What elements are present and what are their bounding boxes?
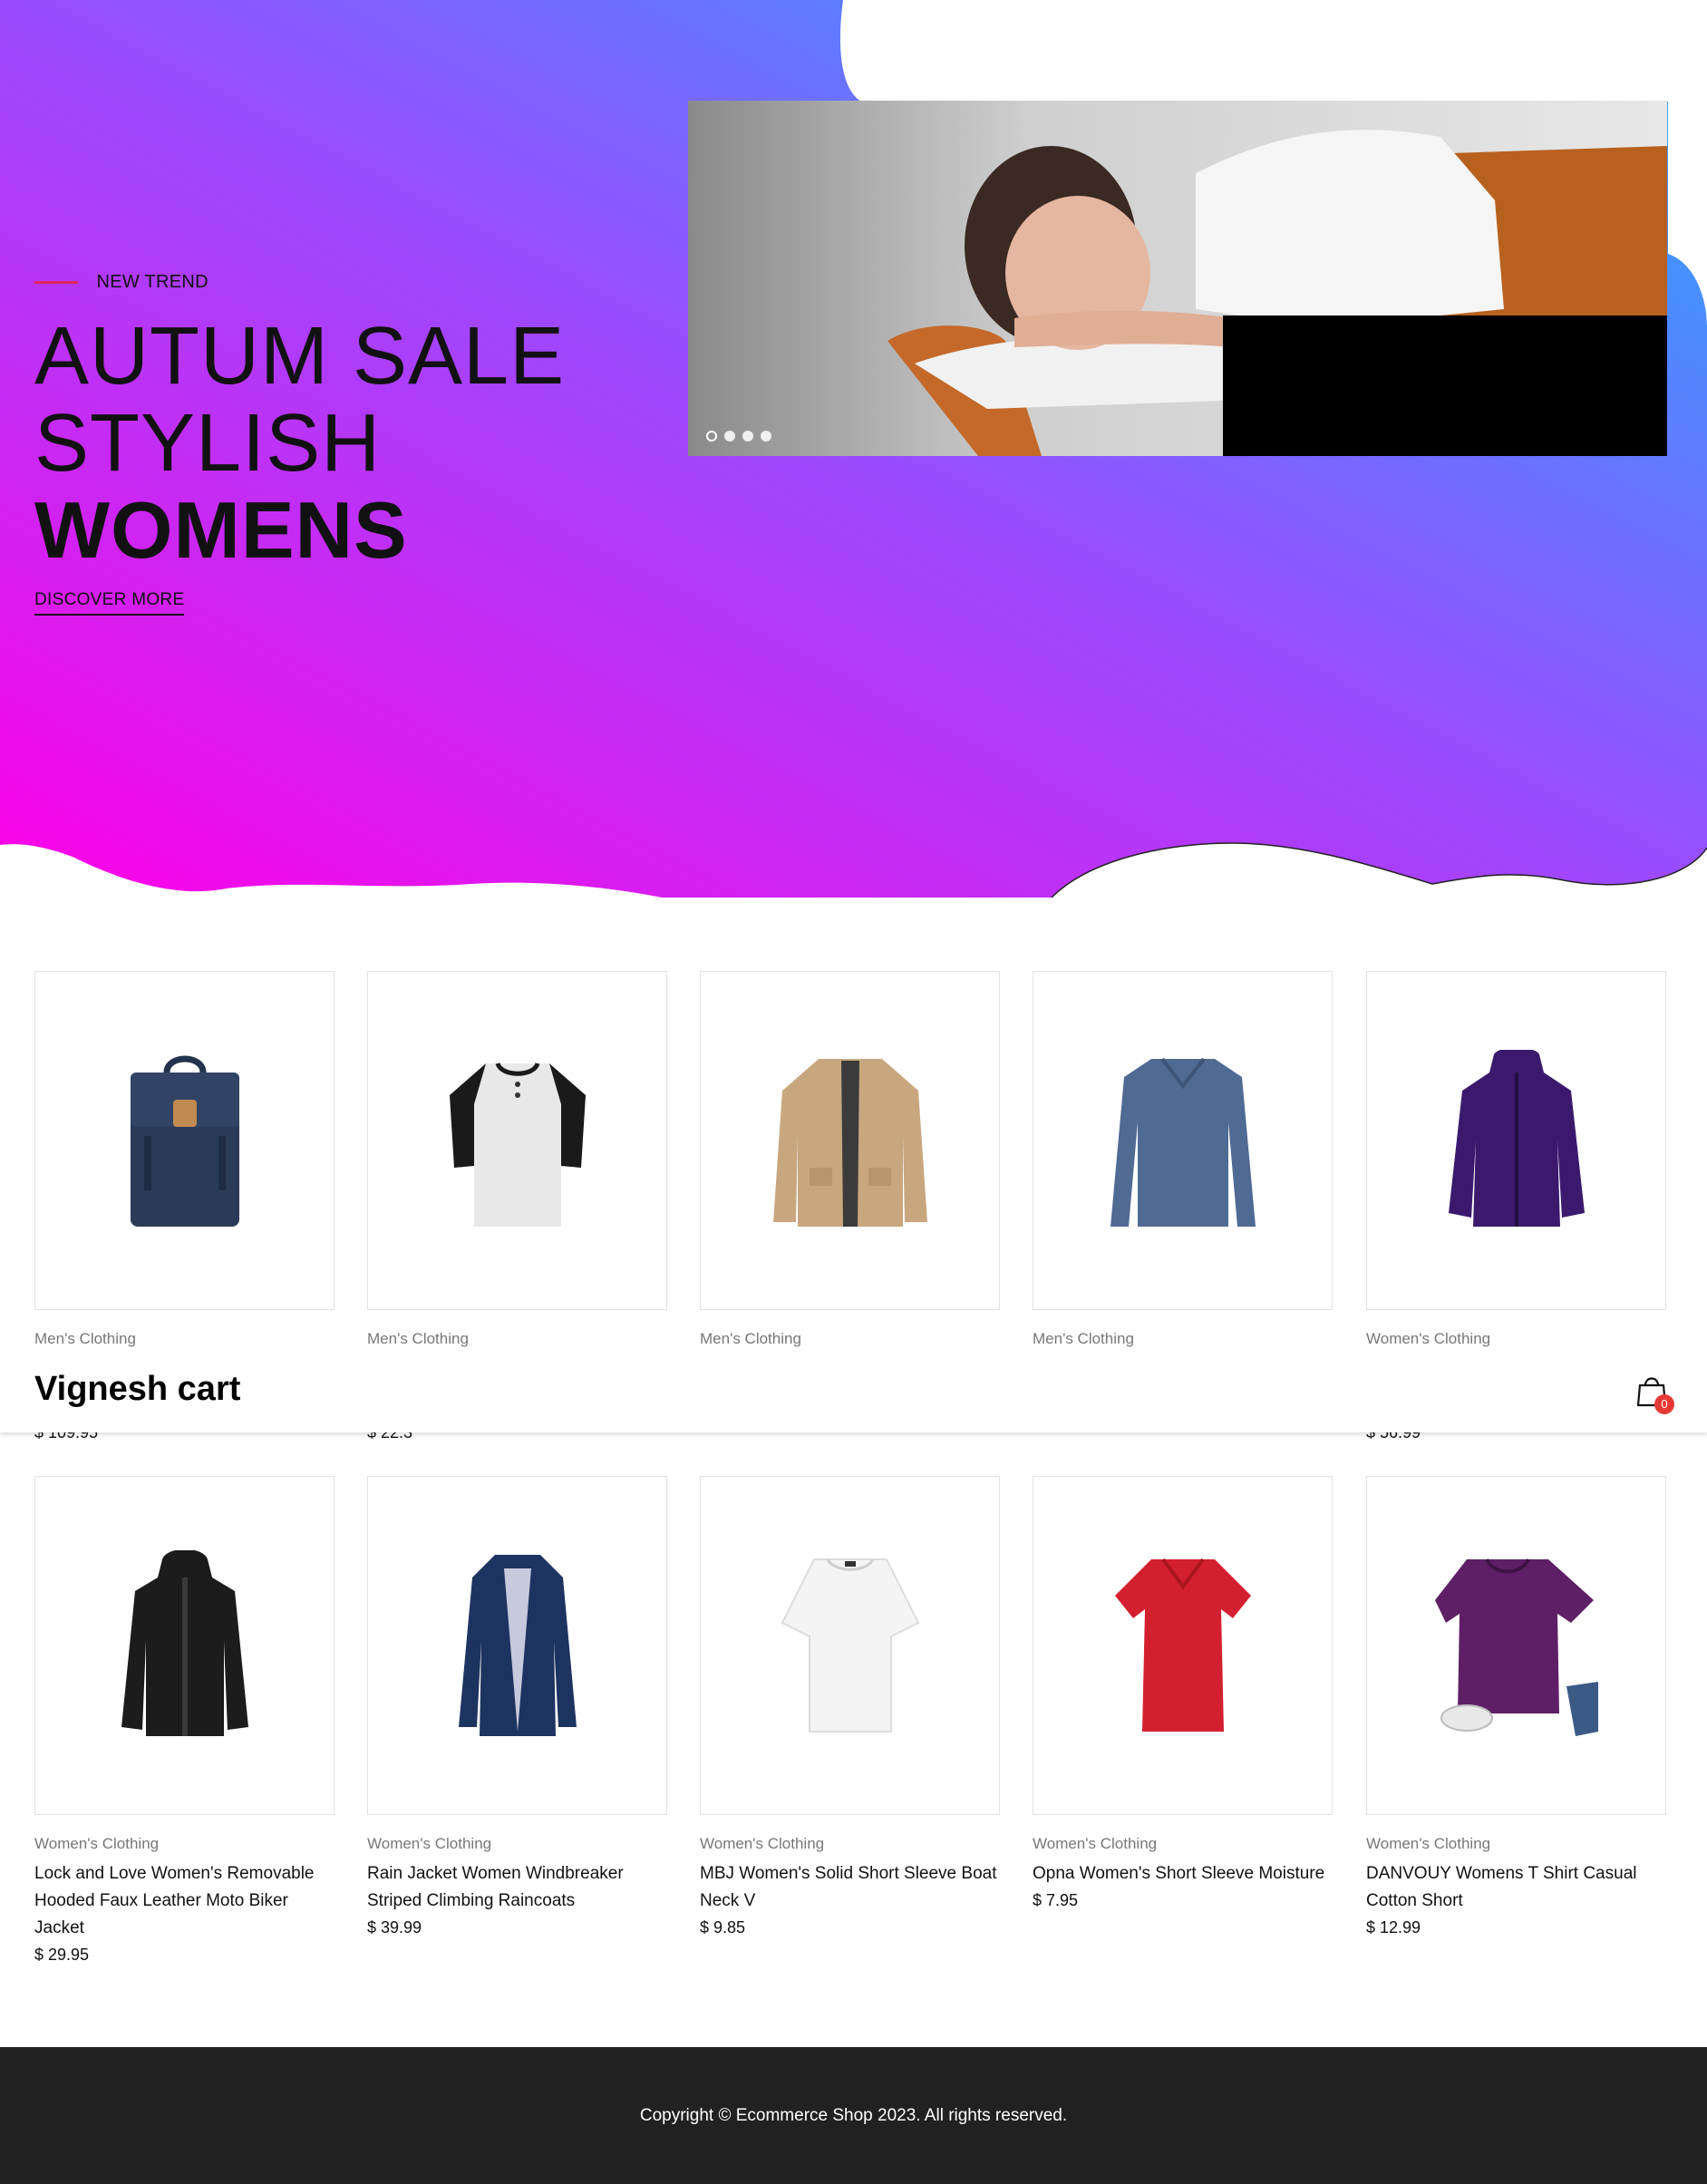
product-image-frame[interactable]: [700, 1476, 1000, 1815]
product-image-frame[interactable]: [367, 971, 667, 1310]
product-card[interactable]: Women's Clothing Lock and Love Women's R…: [34, 1476, 335, 1965]
product-image-frame[interactable]: [700, 971, 1000, 1310]
hero-title-line-3: WOMENS: [34, 485, 408, 575]
product-category: Women's Clothing: [1366, 1835, 1491, 1852]
product-image-frame[interactable]: [1366, 971, 1666, 1310]
product-image-frame[interactable]: [1033, 971, 1333, 1310]
product-card[interactable]: Men's Clothing: [367, 971, 667, 1348]
slider-dot[interactable]: [706, 431, 717, 442]
product-category: Men's Clothing: [700, 1330, 801, 1347]
trend-divider: [34, 281, 78, 284]
product-category: Men's Clothing: [34, 1330, 136, 1347]
product-image-frame[interactable]: [34, 1476, 335, 1815]
product-price: $ 7.95: [1033, 1891, 1079, 1909]
purple-tshirt-icon: [1434, 1558, 1598, 1736]
product-price: $ 12.99: [1366, 1918, 1421, 1936]
site-footer: Copyright © Ecommerce Shop 2023. All rig…: [0, 2047, 1707, 2184]
brand-logo[interactable]: Vignesh cart: [34, 1370, 240, 1409]
product-card[interactable]: Women's Clothing Rain Jacket Women Windb…: [367, 1476, 667, 1937]
product-category: Women's Clothing: [700, 1835, 825, 1852]
product-card[interactable]: Women's Clothing: [1366, 971, 1666, 1348]
product-card[interactable]: Men's Clothing: [700, 971, 1000, 1348]
product-card[interactable]: Women's Clothing MBJ Women's Solid Short…: [700, 1476, 1000, 1937]
product-image-frame[interactable]: [367, 1476, 667, 1815]
product-card[interactable]: Men's Clothing: [34, 971, 335, 1348]
site-header: Vignesh cart 0: [0, 1362, 1707, 1432]
slider-dot[interactable]: [761, 431, 771, 442]
hero-banner-slider[interactable]: [688, 101, 1667, 456]
hero-title-line-1: AUTUM SALE: [34, 311, 566, 402]
product-card[interactable]: Women's Clothing Opna Women's Short Slee…: [1033, 1476, 1333, 1910]
red-tshirt-icon: [1114, 1558, 1251, 1732]
snowboard-jacket-icon: [1448, 1050, 1585, 1227]
product-price: $ 9.85: [700, 1918, 746, 1936]
hero-section: NEW TREND AUTUM SALE STYLISH WOMENS DISC…: [0, 0, 1707, 907]
product-category: Men's Clothing: [1033, 1330, 1134, 1347]
trend-row: NEW TREND: [34, 272, 565, 293]
product-card[interactable]: Men's Clothing: [1033, 971, 1333, 1348]
hero-title-line-2: STYLISH: [34, 398, 382, 489]
product-category: Men's Clothing: [367, 1330, 469, 1347]
product-category: Women's Clothing: [367, 1835, 492, 1852]
product-title[interactable]: MBJ Women's Solid Short Sleeve Boat Neck…: [700, 1860, 1000, 1915]
hero-text-block: NEW TREND AUTUM SALE STYLISH WOMENS DISC…: [34, 272, 565, 616]
product-category: Women's Clothing: [34, 1835, 160, 1852]
slider-dot[interactable]: [742, 431, 753, 442]
product-price: $ 39.99: [367, 1918, 422, 1936]
rain-jacket-icon: [458, 1555, 577, 1736]
product-title[interactable]: Lock and Love Women's Removable Hooded F…: [34, 1860, 335, 1942]
henley-tshirt-icon: [449, 1062, 586, 1227]
product-title[interactable]: DANVOUY Womens T Shirt Casual Cotton Sho…: [1366, 1860, 1666, 1915]
product-title[interactable]: Opna Women's Short Sleeve Moisture: [1033, 1860, 1333, 1888]
cart-button[interactable]: 0: [1636, 1374, 1674, 1414]
cotton-jacket-icon: [772, 1059, 927, 1227]
banner-overlay-block: [1223, 315, 1667, 456]
backpack-icon: [130, 1055, 239, 1227]
product-image-frame[interactable]: [34, 971, 335, 1310]
leather-jacket-icon: [121, 1550, 248, 1736]
discover-more-link[interactable]: DISCOVER MORE: [34, 590, 185, 616]
copyright-text: Copyright © Ecommerce Shop 2023. All rig…: [639, 2105, 1068, 2125]
product-image-frame[interactable]: [1033, 1476, 1333, 1815]
product-image-frame[interactable]: [1366, 1476, 1666, 1815]
slider-dot[interactable]: [724, 431, 735, 442]
product-card[interactable]: Women's Clothing DANVOUY Womens T Shirt …: [1366, 1476, 1666, 1937]
product-category: Women's Clothing: [1366, 1330, 1491, 1347]
product-title[interactable]: Rain Jacket Women Windbreaker Striped Cl…: [367, 1860, 667, 1915]
product-category: Women's Clothing: [1033, 1835, 1158, 1852]
slider-dots: [706, 431, 771, 442]
cart-count-badge: 0: [1654, 1394, 1674, 1414]
trend-label: NEW TREND: [96, 272, 209, 292]
product-price: $ 29.95: [34, 1946, 90, 1964]
white-top-icon: [781, 1558, 919, 1733]
slim-fit-tshirt-icon: [1110, 1057, 1256, 1227]
hero-title: AUTUM SALE STYLISH WOMENS: [34, 313, 565, 574]
